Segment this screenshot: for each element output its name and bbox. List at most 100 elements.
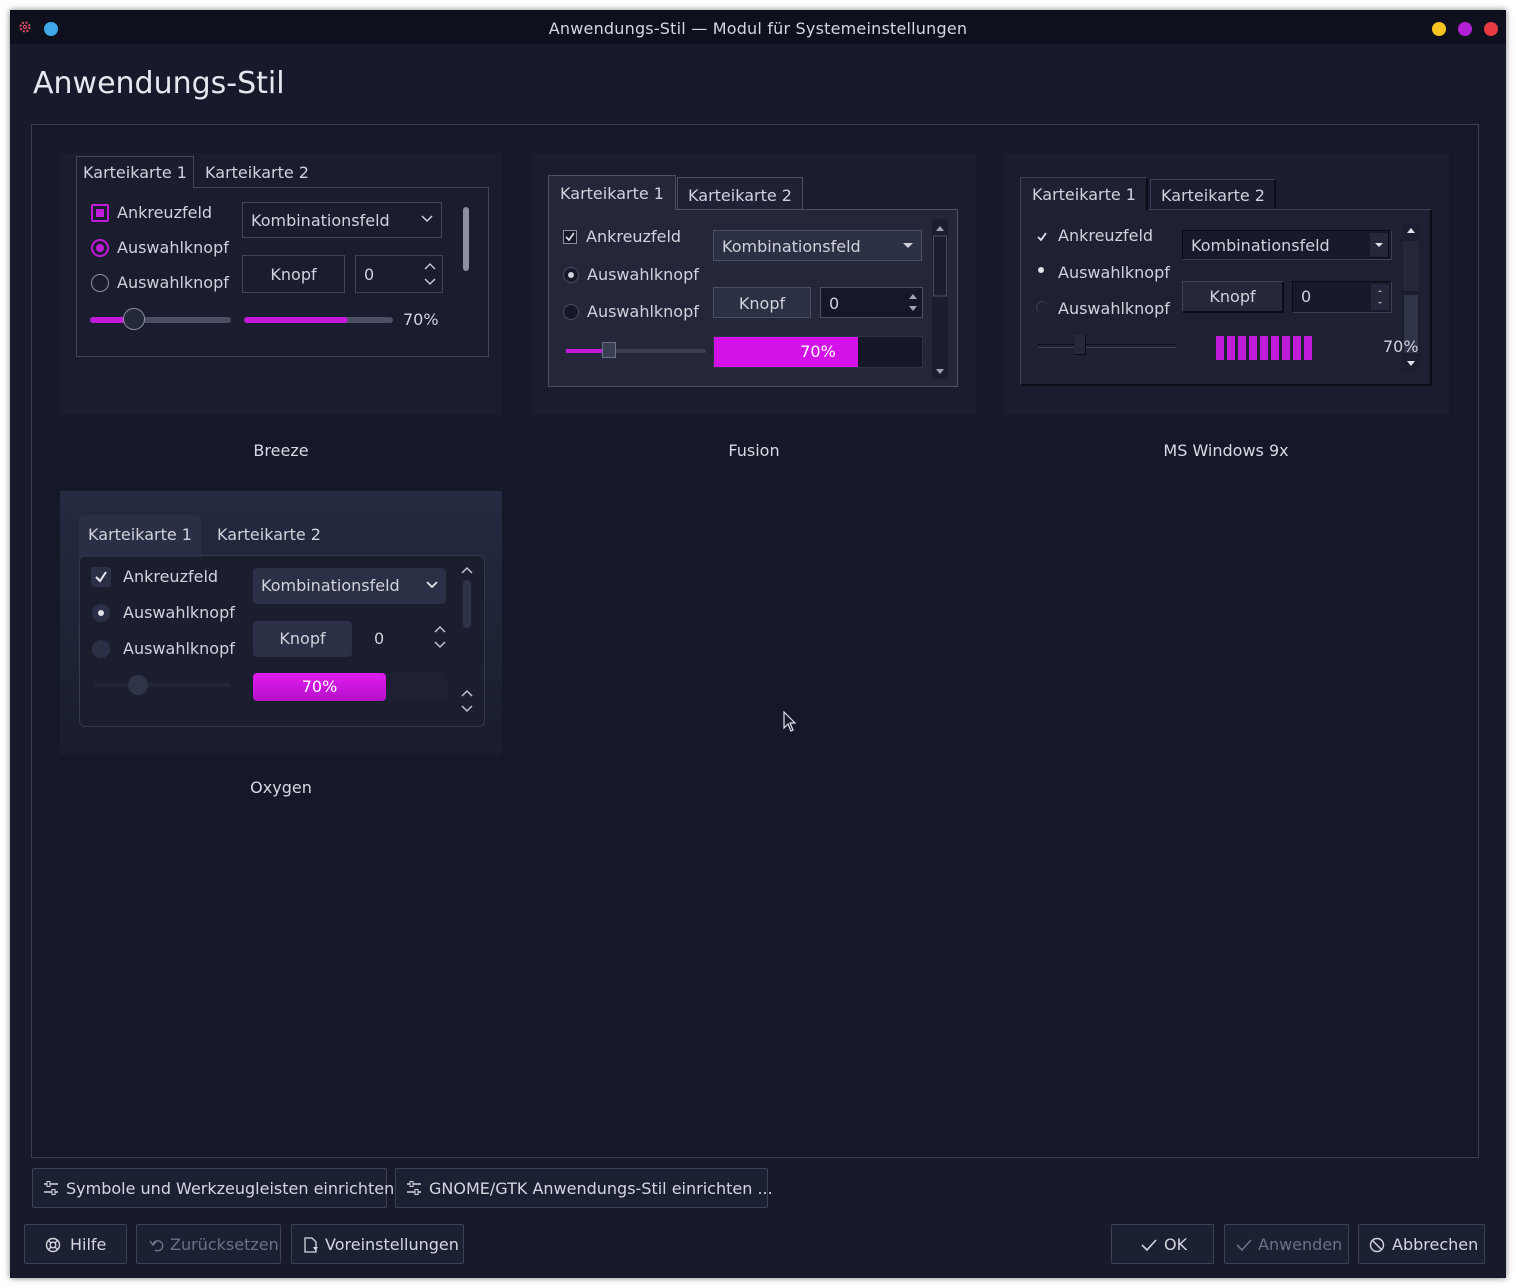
slider-handle[interactable] <box>128 675 148 695</box>
close-button[interactable] <box>1484 22 1498 36</box>
checkbox-label: Ankreuzfeld <box>123 567 219 586</box>
slider-handle[interactable] <box>123 308 145 330</box>
tab-1[interactable]: Karteikarte 1 <box>1020 185 1148 204</box>
maximize-button[interactable] <box>1458 22 1472 36</box>
scrollbar[interactable] <box>463 207 469 271</box>
defaults-button[interactable]: Voreinstellungen <box>291 1224 464 1264</box>
configure-icons-toolbars-button[interactable]: Symbole und Werkzeugleisten einrichten <box>32 1168 394 1208</box>
checkmark-icon <box>1236 1238 1252 1252</box>
combo-box[interactable]: Kombinationsfeld <box>242 202 442 238</box>
slider[interactable] <box>1038 335 1176 355</box>
radio-label-1: Auswahlknopf <box>1058 263 1170 282</box>
configure-gtk-button[interactable]: GNOME/GTK Anwendungs-Stil einrichten ... <box>395 1168 773 1208</box>
spin-arrows-icon[interactable] <box>424 262 436 286</box>
radio-checked[interactable] <box>1036 265 1046 275</box>
help-button[interactable]: Hilfe <box>24 1224 127 1264</box>
style-name-breeze: Breeze <box>253 441 309 460</box>
tab-1[interactable]: Karteikarte 1 <box>548 184 676 203</box>
style-preview-breeze[interactable]: Karteikarte 1 Karteikarte 2 Ankreuzfeld … <box>60 153 502 415</box>
checkbox[interactable] <box>91 567 111 587</box>
push-button[interactable]: Knopf <box>1182 281 1284 313</box>
style-preview-fusion[interactable]: Karteikarte 1 Karteikarte 2 Ankreuzfeld … <box>532 153 976 415</box>
progress-chunks <box>1216 336 1312 360</box>
progress-bar: 70% <box>713 336 923 368</box>
chevron-down-icon <box>421 215 433 223</box>
defaults-label: Voreinstellungen <box>325 1235 459 1254</box>
combo-box[interactable]: Kombinationsfeld <box>1182 230 1392 260</box>
document-defaults-icon <box>303 1237 319 1253</box>
checkbox-label: Ankreuzfeld <box>586 227 682 246</box>
help-label: Hilfe <box>70 1235 107 1254</box>
settings-window: Anwendungs-Stil — Modul für Systemeinste… <box>10 10 1506 1278</box>
radio-unchecked[interactable] <box>1036 301 1048 313</box>
spin-box[interactable]: 0 <box>1292 281 1392 313</box>
combo-box[interactable]: Kombinationsfeld <box>713 230 922 261</box>
style-preview-windows9x[interactable]: Karteikarte 1 Karteikarte 2 Ankreuzfeld … <box>1004 153 1449 415</box>
cancel-button[interactable]: Abbrechen <box>1358 1224 1485 1264</box>
ok-label: OK <box>1164 1235 1188 1254</box>
progress-label: 70% <box>1383 337 1419 356</box>
spin-value: 0 <box>374 629 385 648</box>
tab-1[interactable]: Karteikarte 1 <box>76 163 194 182</box>
radio-checked[interactable] <box>563 267 579 283</box>
spin-box[interactable]: 0 <box>820 287 923 318</box>
combo-box[interactable]: Kombinationsfeld <box>253 568 446 604</box>
checkbox[interactable] <box>1035 230 1049 244</box>
tab-2[interactable]: Karteikarte 2 <box>1150 186 1276 205</box>
page-title: Anwendungs-Stil <box>33 66 285 101</box>
mouse-cursor-icon <box>783 711 797 733</box>
progress-bar: 70% <box>253 673 447 701</box>
push-button[interactable]: Knopf <box>242 255 345 293</box>
spin-value: 0 <box>829 294 840 313</box>
push-button[interactable]: Knopf <box>713 287 811 318</box>
tab-2[interactable]: Karteikarte 2 <box>198 163 316 182</box>
configure-gtk-label: GNOME/GTK Anwendungs-Stil einrichten ... <box>429 1179 773 1198</box>
spin-box[interactable]: 0 <box>362 621 448 657</box>
radio-unchecked[interactable] <box>91 274 109 292</box>
radio-label-2: Auswahlknopf <box>1058 299 1170 318</box>
reset-button[interactable]: Zurücksetzen <box>136 1224 281 1264</box>
slider-handle[interactable] <box>1074 335 1086 355</box>
slider[interactable] <box>94 675 230 695</box>
reset-label: Zurücksetzen <box>170 1235 279 1254</box>
style-preview-oxygen[interactable]: Karteikarte 1 Karteikarte 2 Ankreuzfeld … <box>60 491 502 755</box>
push-button[interactable]: Knopf <box>253 621 352 657</box>
radio-label-1: Auswahlknopf <box>587 265 699 284</box>
spin-arrows-icon[interactable] <box>1371 284 1389 310</box>
sliders-icon <box>406 1181 422 1195</box>
progress-bar <box>1216 334 1366 360</box>
radio-checked[interactable] <box>92 604 110 622</box>
sliders-icon <box>43 1181 59 1195</box>
radio-unchecked[interactable] <box>92 640 110 658</box>
style-name-windows9x: MS Windows 9x <box>1163 441 1289 460</box>
minimize-button[interactable] <box>1432 22 1446 36</box>
slider[interactable] <box>90 308 231 330</box>
scrollbar[interactable] <box>460 563 474 719</box>
spin-box[interactable]: 0 <box>355 255 443 293</box>
radio-checked[interactable] <box>91 239 109 257</box>
slider[interactable] <box>566 342 706 358</box>
radio-unchecked[interactable] <box>563 304 579 320</box>
combo-value: Kombinationsfeld <box>722 237 861 256</box>
help-lifebuoy-icon <box>45 1237 61 1253</box>
title-bar: Anwendungs-Stil — Modul für Systemeinste… <box>10 10 1506 44</box>
combo-value: Kombinationsfeld <box>251 211 390 230</box>
scrollbar[interactable] <box>932 219 948 379</box>
triangle-down-icon[interactable] <box>1370 233 1389 258</box>
progress-label: 70% <box>403 310 439 329</box>
slider-handle[interactable] <box>602 342 616 358</box>
apply-button[interactable]: Anwenden <box>1224 1224 1349 1264</box>
tab-2[interactable]: Karteikarte 2 <box>208 525 330 544</box>
checkbox-label: Ankreuzfeld <box>1058 226 1154 245</box>
spin-arrows-icon[interactable] <box>907 291 919 315</box>
radio-label-1: Auswahlknopf <box>123 603 235 622</box>
combo-value: Kombinationsfeld <box>1191 236 1330 255</box>
ok-button[interactable]: OK <box>1111 1224 1214 1264</box>
checkmark-icon <box>1141 1238 1157 1252</box>
checkbox[interactable] <box>91 204 109 222</box>
tab-1[interactable]: Karteikarte 1 <box>79 525 201 544</box>
tab-2[interactable]: Karteikarte 2 <box>677 186 803 205</box>
spin-value: 0 <box>364 265 375 284</box>
spin-arrows-icon[interactable] <box>434 625 446 649</box>
checkbox[interactable] <box>563 230 577 244</box>
